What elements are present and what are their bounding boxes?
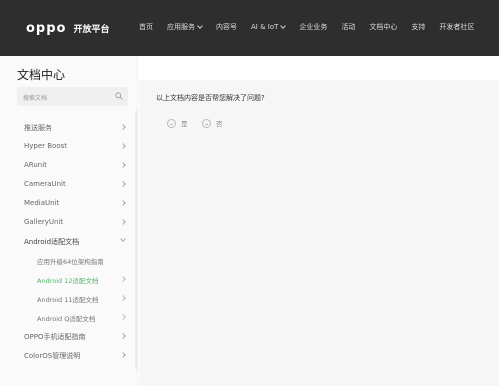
search-icon[interactable] [115,92,123,100]
chevron-right-icon [120,143,126,149]
sidebar-subitem-64bit-guide[interactable]: 应用升级64位架构指南 [37,256,104,266]
main-content: 以上文档内容是否帮您解决了问题? 是 否 [139,56,499,386]
chevron-right-icon [120,352,126,358]
sidebar-item-mediaunit[interactable]: MediaUnit [24,199,59,207]
top-navigation-bar: oppo 开放平台 首页 应用服务 内容号 AI & IoT 企业业务 活动 文… [0,0,499,56]
feedback-yes-label: 是 [181,120,188,128]
feedback-no-button[interactable]: 否 [202,118,223,128]
nav-item-enterprise[interactable]: 企业业务 [299,22,327,32]
sidebar-item-push[interactable]: 推送服务 [24,123,52,133]
sidebar-item-oppo-phone-guide[interactable]: OPPO手机适配指南 [24,332,85,342]
nav-item-content[interactable]: 内容号 [216,22,237,32]
logo-text: oppo [26,20,67,36]
sidebar-subitem-android-12[interactable]: Android 12适配文档 [37,275,98,285]
chevron-right-icon [120,276,126,282]
sidebar-item-hyper-boost[interactable]: Hyper Boost [24,142,67,150]
nav-item-docs[interactable]: 文档中心 [369,22,397,32]
sidebar-item-galleryunit[interactable]: GalleryUnit [24,218,63,226]
chevron-right-icon [120,124,126,130]
sidebar-item-arunit[interactable]: ARunit [24,161,47,169]
content-header-strip [139,56,499,80]
chevron-right-icon [120,219,126,225]
sidebar-item-android-adaptation[interactable]: Android适配文档 [24,237,79,247]
chevron-right-icon [120,333,126,339]
chevron-right-icon [120,295,126,301]
feedback-yes-button[interactable]: 是 [167,118,188,128]
chevron-down-icon [120,236,126,242]
feedback-question: 以上文档内容是否帮您解决了问题? [156,94,265,102]
smile-icon [202,118,211,128]
feedback-no-label: 否 [216,120,223,128]
chevron-down-icon [197,22,203,29]
sidebar-item-coloros[interactable]: ColorOS管理说明 [24,351,80,361]
sidebar-item-cameraunit[interactable]: CameraUnit [24,180,66,188]
nav-item-ai-iot[interactable]: AI & IoT [251,22,287,31]
sidebar: 文档中心 搜索文档 推送服务 Hyper Boost ARunit Camera… [0,56,138,386]
nav-item-app-services[interactable]: 应用服务 [167,22,203,32]
smile-icon [167,118,176,128]
nav-item-home[interactable]: 首页 [139,22,153,32]
oppo-logo[interactable]: oppo 开放平台 [26,20,110,36]
main-nav: 首页 应用服务 内容号 AI & IoT 企业业务 活动 文档中心 支持 开发者… [139,22,488,32]
chevron-down-icon [280,22,287,29]
search-placeholder: 搜索文档 [23,95,48,102]
nav-item-support[interactable]: 支持 [411,22,425,32]
chevron-right-icon [120,200,126,206]
sidebar-scrollbar[interactable] [135,110,138,370]
nav-item-events[interactable]: 活动 [341,22,355,32]
sidebar-subitem-android-11[interactable]: Android 11适配文档 [37,294,98,304]
logo-subtitle: 开放平台 [73,24,110,35]
chevron-right-icon [120,314,126,320]
sidebar-title: 文档中心 [17,68,66,82]
sidebar-subitem-android-q[interactable]: Android Q适配文档 [37,313,95,323]
search-input[interactable]: 搜索文档 [17,87,128,106]
nav-item-community[interactable]: 开发者社区 [439,22,474,32]
chevron-right-icon [120,181,126,187]
chevron-right-icon [120,162,126,168]
